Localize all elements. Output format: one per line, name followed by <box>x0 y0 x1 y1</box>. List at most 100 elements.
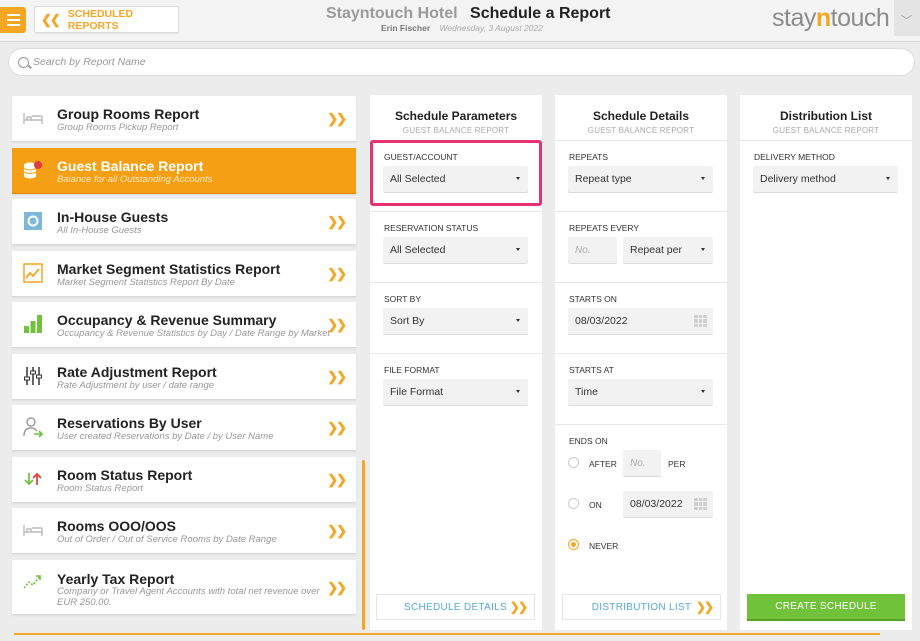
report-subtitle: User created Reservations by Date / by U… <box>57 431 274 442</box>
report-title: Market Segment Statistics Report <box>57 260 281 277</box>
date-value: 08/03/2022 <box>575 315 628 327</box>
report-item-room-status[interactable]: Room Status Report Room Status Report ❯❯ <box>12 456 356 503</box>
report-list-scrollbar[interactable] <box>362 460 365 630</box>
repeats-every-number-input[interactable]: No. <box>568 237 617 263</box>
menu-button[interactable] <box>0 7 26 33</box>
bed-icon <box>22 107 44 129</box>
ends-on-date-input[interactable]: 08/03/2022 <box>623 491 713 517</box>
bed-icon <box>22 519 44 541</box>
report-subtitle: Group Rooms Pickup Report <box>57 122 179 133</box>
select-value: Repeat type <box>575 173 632 185</box>
bar-chart-icon <box>22 313 44 335</box>
report-item-group-rooms[interactable]: Group Rooms Report Group Rooms Pickup Re… <box>12 96 356 142</box>
ends-never-radio[interactable] <box>568 539 579 550</box>
menu-bar <box>6 19 20 21</box>
report-item-rooms-ooo-oos[interactable]: Rooms OOO/OOS Out of Order / Out of Serv… <box>12 508 356 554</box>
report-subtitle: Rate Adjustment by user / date range <box>57 379 215 391</box>
ends-on-section: ENDS ON AFTER No. PER ON 08/03/2022 NEVE… <box>555 424 727 574</box>
repeat-type-select[interactable]: Repeat type <box>568 166 713 192</box>
create-schedule-button[interactable]: CREATE SCHEDULE <box>747 594 905 621</box>
logo-accent: n <box>815 4 831 32</box>
panel-subtitle: GUEST BALANCE REPORT <box>772 126 880 135</box>
report-item-guest-balance[interactable]: Guest Balance Report Balance for all Out… <box>12 147 356 194</box>
select-value: Time <box>575 386 598 398</box>
sort-by-section: SORT BY Sort By <box>370 282 542 353</box>
date-value: 08/03/2022 <box>630 498 683 510</box>
report-subtitle: Balance for all Outstanding Accounts <box>57 173 213 185</box>
repeats-every-label: REPEATS EVERY <box>569 223 640 233</box>
select-value: Repeat per <box>630 244 682 256</box>
bottom-scroll-indicator <box>14 633 880 635</box>
guest-account-select[interactable]: All Selected <box>383 166 528 192</box>
report-item-yearly-tax[interactable]: Yearly Tax Report Company or Travel Agen… <box>12 559 356 615</box>
distribution-list-button[interactable]: DISTRIBUTION LIST ❯❯ <box>562 594 721 620</box>
report-title: Guest Balance Report <box>57 157 204 174</box>
double-chevron-right-icon: ❯❯ <box>327 265 347 281</box>
delivery-method-section: DELIVERY METHOD Delivery method <box>740 140 912 211</box>
header-fold-toggle[interactable]: ﹀ <box>894 0 920 36</box>
calendar-icon[interactable] <box>694 498 707 510</box>
delivery-method-label: DELIVERY METHOD <box>754 152 835 162</box>
input-placeholder: No. <box>575 244 591 256</box>
report-subtitle: Out of Order / Out of Service Rooms by D… <box>57 534 277 545</box>
starts-at-section: STARTS AT Time <box>555 353 727 424</box>
double-chevron-right-icon: ❯❯ <box>327 579 347 595</box>
app-header: ❮❮ SCHEDULED REPORTS Stayntouch Hotel Sc… <box>0 0 920 42</box>
ends-after-count-input[interactable]: No. <box>623 450 661 476</box>
report-title: Reservations By User <box>57 415 202 431</box>
report-title: Yearly Tax Report <box>57 570 175 587</box>
report-subtitle: Occupancy & Revenue Statistics by Day / … <box>57 328 330 339</box>
report-search-input[interactable] <box>33 56 893 68</box>
starts-at-time-select[interactable]: Time <box>568 379 713 405</box>
file-format-select[interactable]: File Format <box>383 379 528 405</box>
calendar-icon[interactable] <box>694 315 707 327</box>
caret-down-icon <box>516 248 520 251</box>
report-subtitle: All In-House Guests <box>57 225 142 236</box>
delivery-method-select[interactable]: Delivery method <box>753 166 898 192</box>
ends-after-radio[interactable] <box>568 457 579 468</box>
panel-title: Distribution List <box>780 109 872 123</box>
sliders-icon <box>22 365 44 387</box>
repeat-per-select[interactable]: Repeat per <box>623 237 713 263</box>
report-item-market-segment[interactable]: Market Segment Statistics Report Market … <box>12 250 356 297</box>
repeats-label: REPEATS <box>569 152 609 162</box>
repeats-every-section: REPEATS EVERY No. Repeat per <box>555 211 727 282</box>
double-chevron-right-icon: ❯❯ <box>327 368 347 384</box>
report-subtitle: Company or Travel Agent Accounts with to… <box>57 585 320 608</box>
guest-account-section: GUEST/ACCOUNT All Selected <box>370 140 542 211</box>
reservation-status-select[interactable]: All Selected <box>383 237 528 263</box>
report-item-rate-adjustment[interactable]: Rate Adjustment Report Rate Adjustment b… <box>12 353 356 400</box>
double-chevron-right-icon: ❯❯ <box>327 420 347 435</box>
search-icon <box>18 56 29 68</box>
caret-down-icon <box>701 177 705 180</box>
select-value: Sort By <box>390 315 425 327</box>
report-title: Group Rooms Report <box>57 106 200 122</box>
ends-on-date-radio[interactable] <box>568 498 579 509</box>
report-search-bar <box>8 48 915 76</box>
button-label: CREATE SCHEDULE <box>775 601 877 612</box>
user-date-line: Erin Fischer Wednesday, 3 August 2022 <box>381 23 543 33</box>
ends-on-label: ENDS ON <box>569 436 608 446</box>
report-title: Room Status Report <box>57 466 193 483</box>
report-item-reservations-by-user[interactable]: Reservations By User User created Reserv… <box>12 405 356 451</box>
schedule-details-button[interactable]: SCHEDULE DETAILS ❯❯ <box>376 594 535 620</box>
after-label: AFTER <box>589 459 617 469</box>
report-item-in-house-guests[interactable]: In-House Guests All In-House Guests ❯❯ <box>12 199 356 245</box>
report-title: Rate Adjustment Report <box>57 363 217 380</box>
schedule-details-panel: Schedule Details GUEST BALANCE REPORT RE… <box>555 95 727 630</box>
double-chevron-right-icon: ❯❯ <box>327 111 347 126</box>
starts-on-label: STARTS ON <box>569 294 617 304</box>
starts-on-date-input[interactable]: 08/03/2022 <box>568 308 713 334</box>
reservation-status-label: RESERVATION STATUS <box>384 223 479 233</box>
report-title: In-House Guests <box>57 209 169 225</box>
report-item-occupancy-revenue[interactable]: Occupancy & Revenue Summary Occupancy & … <box>12 302 356 348</box>
select-value: All Selected <box>390 244 446 256</box>
sort-by-select[interactable]: Sort By <box>383 308 528 334</box>
never-label: NEVER <box>589 541 619 551</box>
report-subtitle: Room Status Report <box>57 482 144 494</box>
double-chevron-right-icon: ❯❯ <box>327 471 347 487</box>
starts-on-section: STARTS ON 08/03/2022 <box>555 282 727 353</box>
back-to-scheduled-reports-button[interactable]: ❮❮ SCHEDULED REPORTS <box>34 6 179 33</box>
menu-bar <box>6 14 20 16</box>
panel-subtitle: GUEST BALANCE REPORT <box>587 126 695 135</box>
